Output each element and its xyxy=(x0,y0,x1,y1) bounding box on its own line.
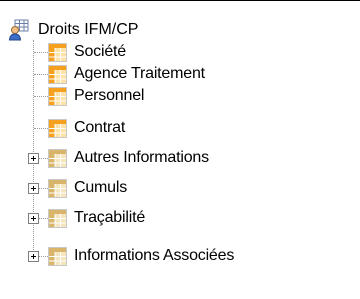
tree-connector-vertical xyxy=(33,40,34,260)
expand-cumuls-button[interactable] xyxy=(28,183,39,194)
folder-table-icon xyxy=(48,208,67,228)
tree-connector xyxy=(34,96,48,97)
tree-item-informations-associees[interactable]: Informations Associées xyxy=(48,245,234,267)
tree-item-contrat[interactable]: Contrat xyxy=(48,117,125,139)
expand-autres-informations-button[interactable] xyxy=(28,153,39,164)
tree-connector xyxy=(39,256,48,257)
tree-item-societe[interactable]: Société xyxy=(48,41,126,63)
user-security-icon xyxy=(8,19,30,41)
plus-icon xyxy=(31,186,36,191)
tree-root[interactable]: Droits IFM/CP xyxy=(8,18,138,42)
plus-icon xyxy=(31,216,36,221)
folder-table-icon xyxy=(48,246,67,266)
plus-icon xyxy=(31,254,36,259)
tree-item-label: Autres Informations xyxy=(74,149,209,166)
tree-connector xyxy=(34,128,48,129)
table-icon xyxy=(48,118,67,138)
tree-item-label: Contrat xyxy=(74,119,126,136)
tree-connector xyxy=(39,218,48,219)
tree-item-label: Société xyxy=(74,43,126,60)
tree-item-agence-traitement[interactable]: Agence Traitement xyxy=(48,63,205,85)
tree-item-label: Informations Associées xyxy=(74,247,235,264)
tree-item-label: Agence Traitement xyxy=(74,65,205,82)
tree-item-tracabilite[interactable]: Traçabilité xyxy=(48,207,145,229)
tree-root-label: Droits IFM/CP xyxy=(38,21,139,38)
expand-tracabilite-button[interactable] xyxy=(28,213,39,224)
tree-item-cumuls[interactable]: Cumuls xyxy=(48,177,127,199)
tree-item-label: Personnel xyxy=(74,87,145,104)
tree-item-autres-informations[interactable]: Autres Informations xyxy=(48,147,209,169)
tree-connector xyxy=(39,188,48,189)
plus-icon xyxy=(31,156,36,161)
tree-view[interactable]: Droits IFM/CP Société Agence Traitement … xyxy=(0,0,360,299)
tree-item-label: Traçabilité xyxy=(74,209,146,226)
folder-table-icon xyxy=(48,178,67,198)
folder-table-icon xyxy=(48,148,67,168)
table-icon xyxy=(48,42,67,62)
table-icon xyxy=(48,64,67,84)
expand-informations-associees-button[interactable] xyxy=(28,251,39,262)
tree-item-label: Cumuls xyxy=(74,179,128,196)
tree-connector xyxy=(34,74,48,75)
table-icon xyxy=(48,86,67,106)
tree-connector xyxy=(39,158,48,159)
tree-item-personnel[interactable]: Personnel xyxy=(48,85,144,107)
tree-connector xyxy=(34,52,48,53)
